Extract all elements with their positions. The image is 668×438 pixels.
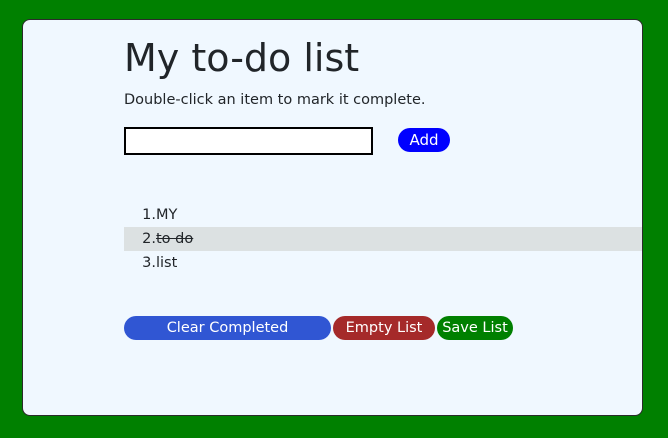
add-button[interactable]: Add — [398, 128, 450, 152]
instructions-text: Double-click an item to mark it complete… — [124, 92, 426, 108]
empty-list-button[interactable]: Empty List — [333, 316, 435, 340]
todo-item-text: to do — [156, 231, 194, 247]
clear-completed-button[interactable]: Clear Completed — [124, 316, 331, 340]
todo-item-text: MY — [156, 207, 178, 223]
todo-card: My to-do list Double-click an item to ma… — [22, 19, 643, 416]
save-list-button[interactable]: Save List — [437, 316, 513, 340]
new-todo-input[interactable] — [124, 127, 373, 155]
todo-item[interactable]: 3. list — [124, 251, 642, 275]
page-title: My to-do list — [124, 36, 360, 80]
todo-item-number: 3. — [142, 255, 156, 271]
todo-list: 1. MY 2. to do 3. list — [124, 203, 642, 275]
todo-item[interactable]: 1. MY — [124, 203, 642, 227]
todo-item-number: 1. — [142, 207, 156, 223]
todo-item-number: 2. — [142, 231, 156, 247]
todo-item[interactable]: 2. to do — [124, 227, 642, 251]
todo-item-text: list — [156, 255, 178, 271]
